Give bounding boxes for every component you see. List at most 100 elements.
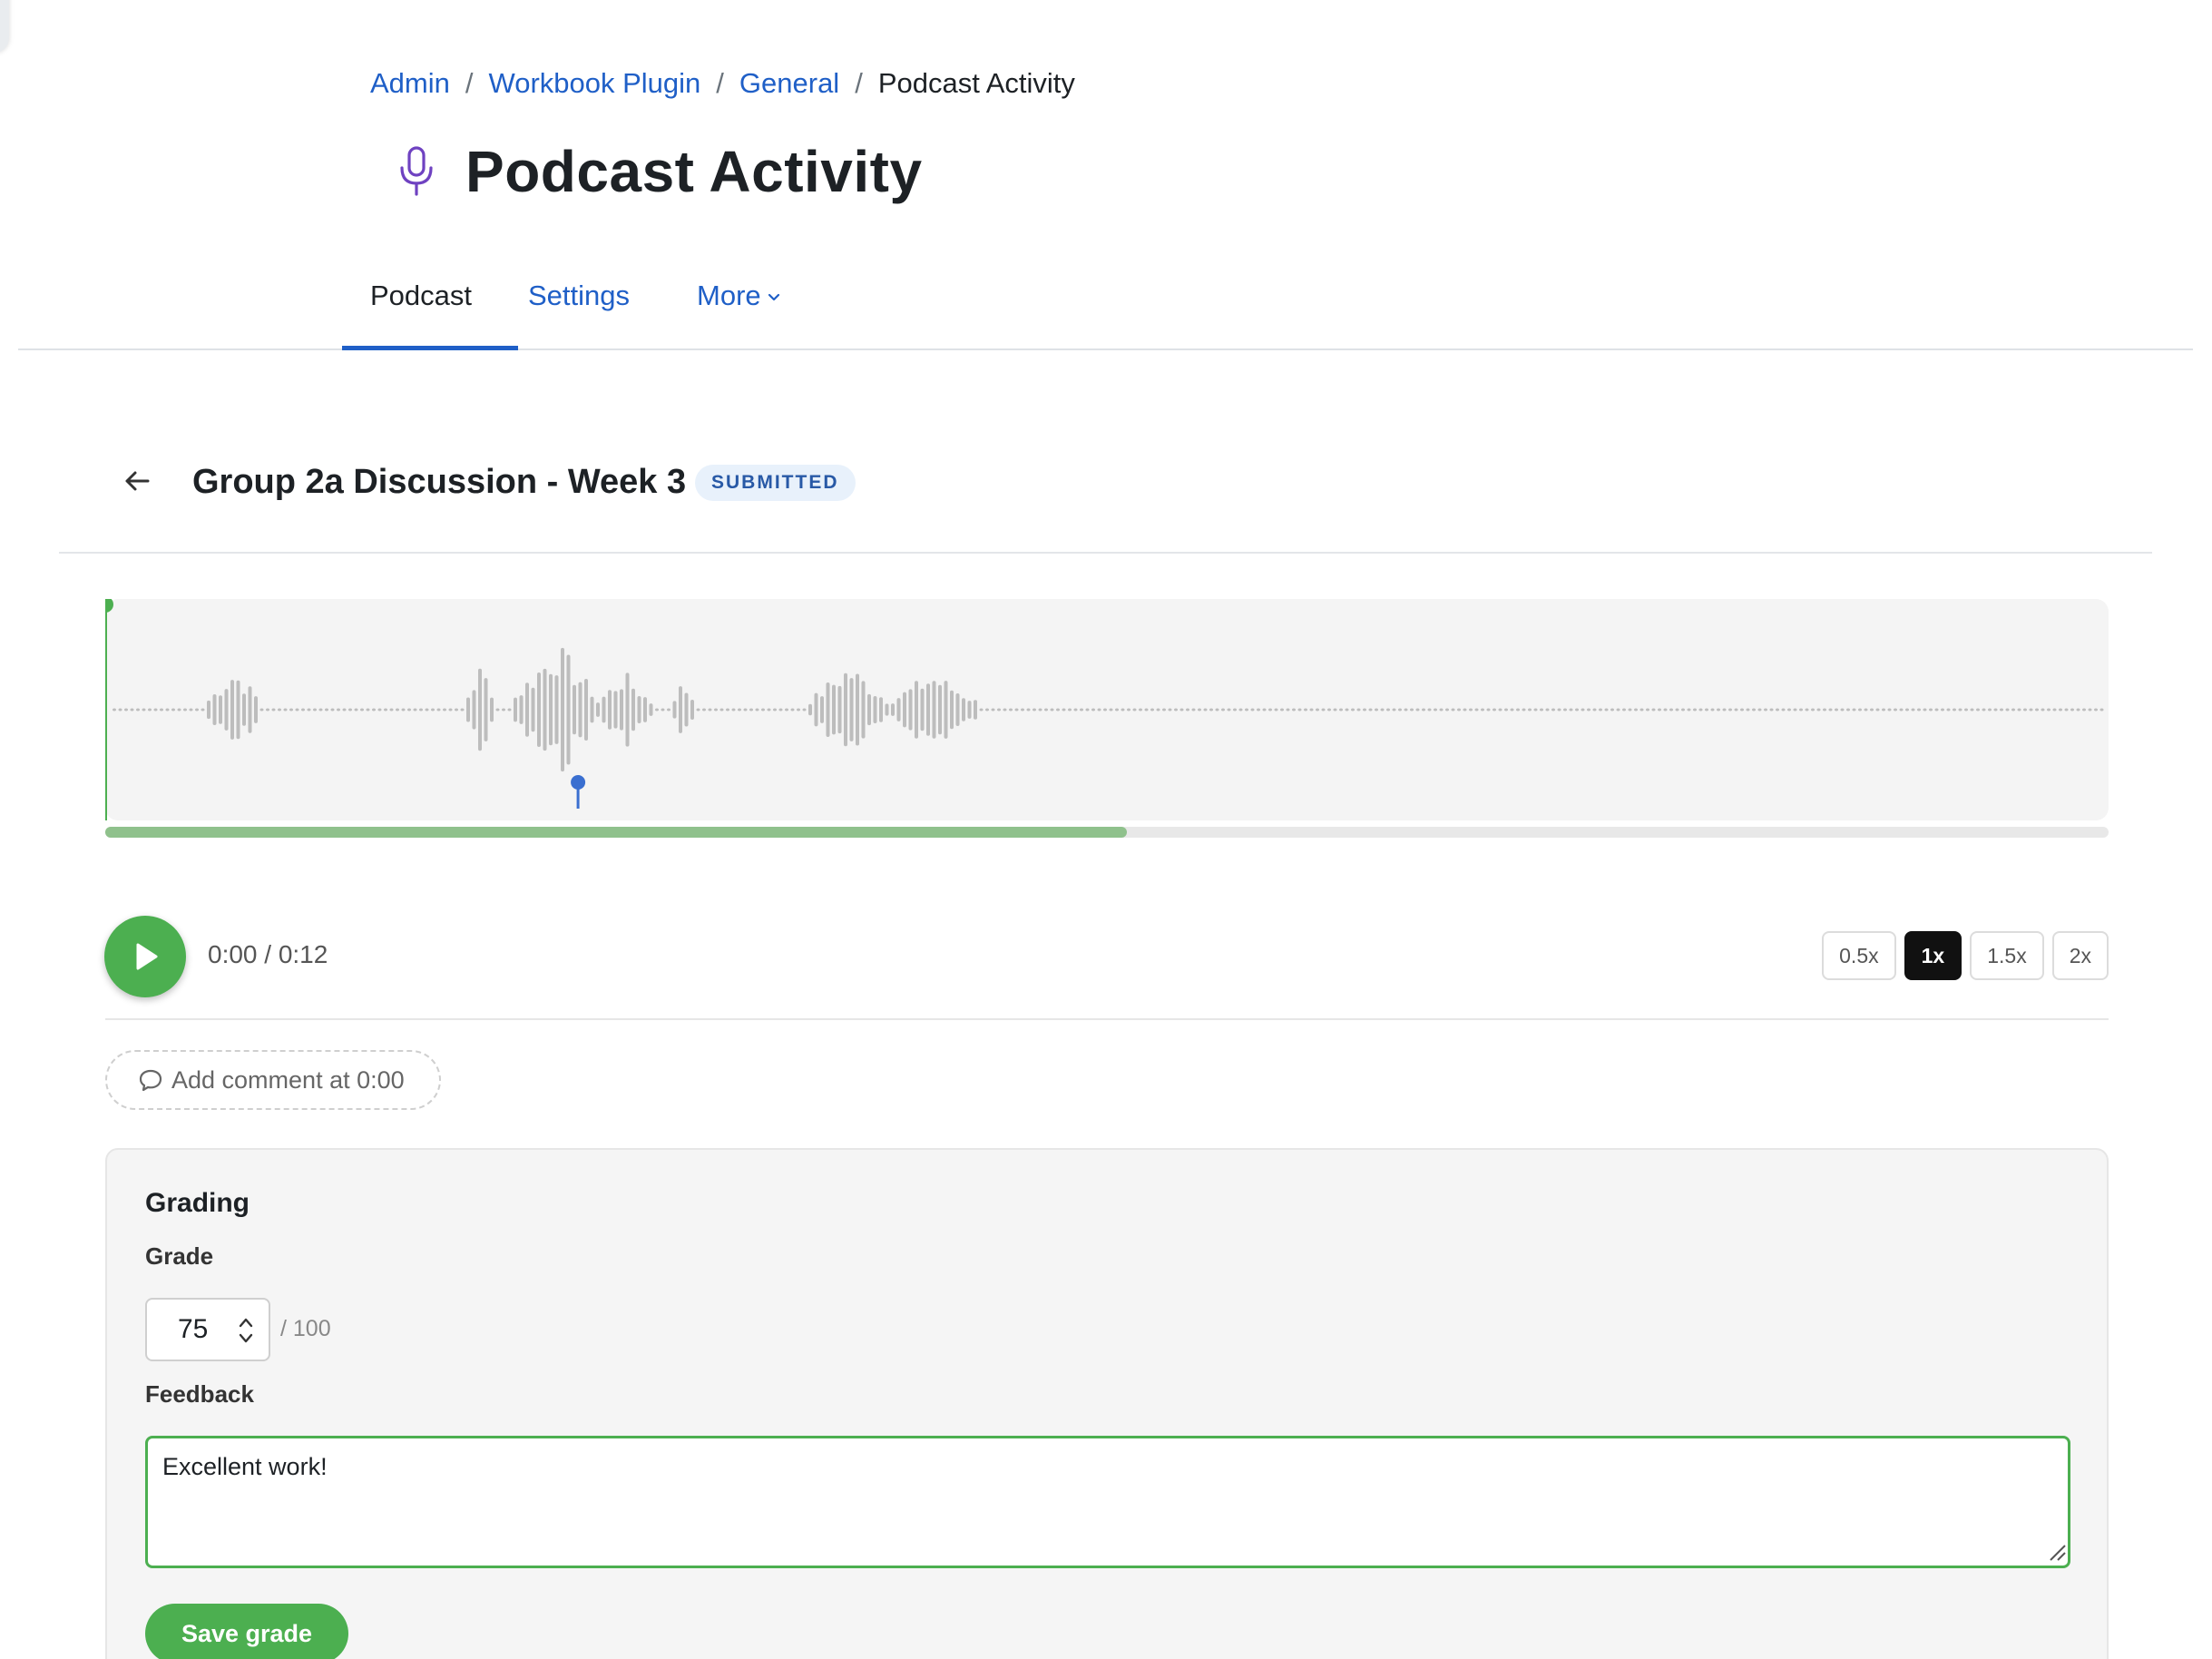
waveform-bar xyxy=(1422,708,1425,712)
speed-button-2x[interactable]: 2x xyxy=(2051,931,2109,980)
waveform-bar xyxy=(2052,708,2057,712)
waveform-bar xyxy=(1752,708,1756,712)
waveform-bar xyxy=(1911,708,1915,712)
waveform-bar xyxy=(1156,708,1160,712)
waveform-bar xyxy=(1439,708,1444,712)
breadcrumb-link-admin[interactable]: Admin xyxy=(370,67,450,100)
feedback-label: Feedback xyxy=(145,1380,254,1408)
waveform-bar xyxy=(1168,708,1172,712)
feedback-textarea[interactable] xyxy=(145,1436,2070,1568)
waveform-bar xyxy=(183,708,187,712)
waveform-bar xyxy=(495,708,500,712)
play-button[interactable] xyxy=(104,916,186,997)
waveform-bar xyxy=(915,681,918,739)
add-comment-label: Add comment at 0:00 xyxy=(171,1065,405,1094)
speed-button-1-5x[interactable]: 1.5x xyxy=(1970,931,2044,980)
waveform-bar xyxy=(637,695,641,724)
stepper-arrows-icon[interactable] xyxy=(236,1314,256,1347)
waveform-bar xyxy=(1327,708,1331,712)
waveform-bar xyxy=(1575,708,1579,712)
waveform-bar xyxy=(2041,708,2045,712)
waveform-bar xyxy=(1504,708,1508,712)
waveform-bar xyxy=(1946,708,1951,712)
waveform-bar xyxy=(1415,708,1420,712)
waveform-bar xyxy=(484,678,488,741)
waveform-bar xyxy=(2070,708,2074,712)
waveform-bar xyxy=(1870,708,1874,712)
waveform-bar xyxy=(1144,708,1149,712)
waveform-bar xyxy=(991,708,995,712)
waveform-bar xyxy=(1533,708,1538,712)
waveform-bar xyxy=(1717,708,1720,712)
waveform-bar xyxy=(1651,708,1656,712)
microphone-icon xyxy=(400,146,433,196)
waveform-bar xyxy=(1434,708,1437,712)
waveform-bar xyxy=(797,708,800,712)
waveform-bar xyxy=(2011,708,2015,712)
waveform-bar xyxy=(448,708,453,712)
waveform-bar xyxy=(608,690,612,730)
speed-button-1x[interactable]: 1x xyxy=(1904,931,1962,980)
waveform-bar xyxy=(938,684,942,735)
tab-more[interactable]: More xyxy=(697,280,783,332)
waveform-bar xyxy=(1316,708,1319,712)
waveform-bar xyxy=(455,708,458,712)
waveform-bar xyxy=(1375,708,1378,712)
waveform-bar xyxy=(1681,708,1685,712)
waveform-bar xyxy=(2023,708,2027,712)
waveform[interactable] xyxy=(105,599,2109,820)
waveform-bar xyxy=(962,698,965,722)
tab-settings[interactable]: Settings xyxy=(528,280,630,332)
waveform-bar xyxy=(719,708,724,712)
waveform-bar xyxy=(401,708,406,712)
breadcrumb-link-workbook-plugin[interactable]: Workbook Plugin xyxy=(489,67,701,100)
waveform-bar xyxy=(171,708,175,712)
submission-header: Group 2a Discussion - Week 3 SUBMITTED xyxy=(59,445,2152,554)
waveform-bar xyxy=(2029,708,2033,712)
save-grade-button[interactable]: Save grade xyxy=(145,1604,348,1659)
progress-track[interactable] xyxy=(105,827,2109,838)
waveform-bar xyxy=(1203,708,1208,712)
grade-input[interactable]: 75 xyxy=(145,1298,270,1361)
waveform-bar xyxy=(613,691,618,729)
tab-podcast[interactable]: Podcast xyxy=(370,280,472,332)
waveform-bar xyxy=(1899,708,1904,712)
active-tab-indicator xyxy=(342,346,518,350)
waveform-bar xyxy=(1610,708,1614,712)
back-arrow-icon[interactable] xyxy=(121,465,153,497)
waveform-bar xyxy=(708,708,712,712)
waveform-bar xyxy=(1227,708,1231,712)
playhead-handle[interactable] xyxy=(105,599,113,613)
speed-button-0-5x[interactable]: 0.5x xyxy=(1822,931,1896,980)
waveform-bar xyxy=(348,708,352,712)
waveform-bar xyxy=(1221,708,1225,712)
corner-handle[interactable] xyxy=(0,0,9,53)
waveform-bar xyxy=(1587,708,1590,712)
waveform-bar xyxy=(1386,708,1390,712)
waveform-bar xyxy=(1846,708,1850,712)
comment-marker[interactable] xyxy=(571,775,586,790)
add-comment-button[interactable]: Add comment at 0:00 xyxy=(105,1050,441,1110)
waveform-bar xyxy=(955,693,960,726)
waveform-bar xyxy=(1828,708,1833,712)
waveform-bar xyxy=(667,708,670,712)
waveform-bar xyxy=(1238,708,1243,712)
breadcrumb-current: Podcast Activity xyxy=(877,67,1075,99)
waveform-bar xyxy=(207,700,210,720)
resize-grip-icon[interactable] xyxy=(2047,1542,2067,1562)
waveform-bar xyxy=(1710,708,1715,712)
playback-speed-group: 0.5x 1x 1.5x 2x xyxy=(1822,931,2109,980)
waveform-bar xyxy=(201,708,205,712)
waveform-bar xyxy=(554,675,559,744)
waveform-canvas[interactable] xyxy=(105,599,2109,820)
waveform-bar xyxy=(832,684,836,735)
waveform-bar xyxy=(460,708,465,712)
breadcrumb-link-general[interactable]: General xyxy=(739,67,839,100)
waveform-bar xyxy=(1109,708,1113,712)
waveform-bar xyxy=(690,700,694,720)
waveform-bar xyxy=(573,684,576,735)
waveform-bar xyxy=(1392,708,1396,712)
waveform-bar xyxy=(1787,708,1791,712)
waveform-bar xyxy=(1970,708,1974,712)
waveform-bar xyxy=(2059,708,2062,712)
